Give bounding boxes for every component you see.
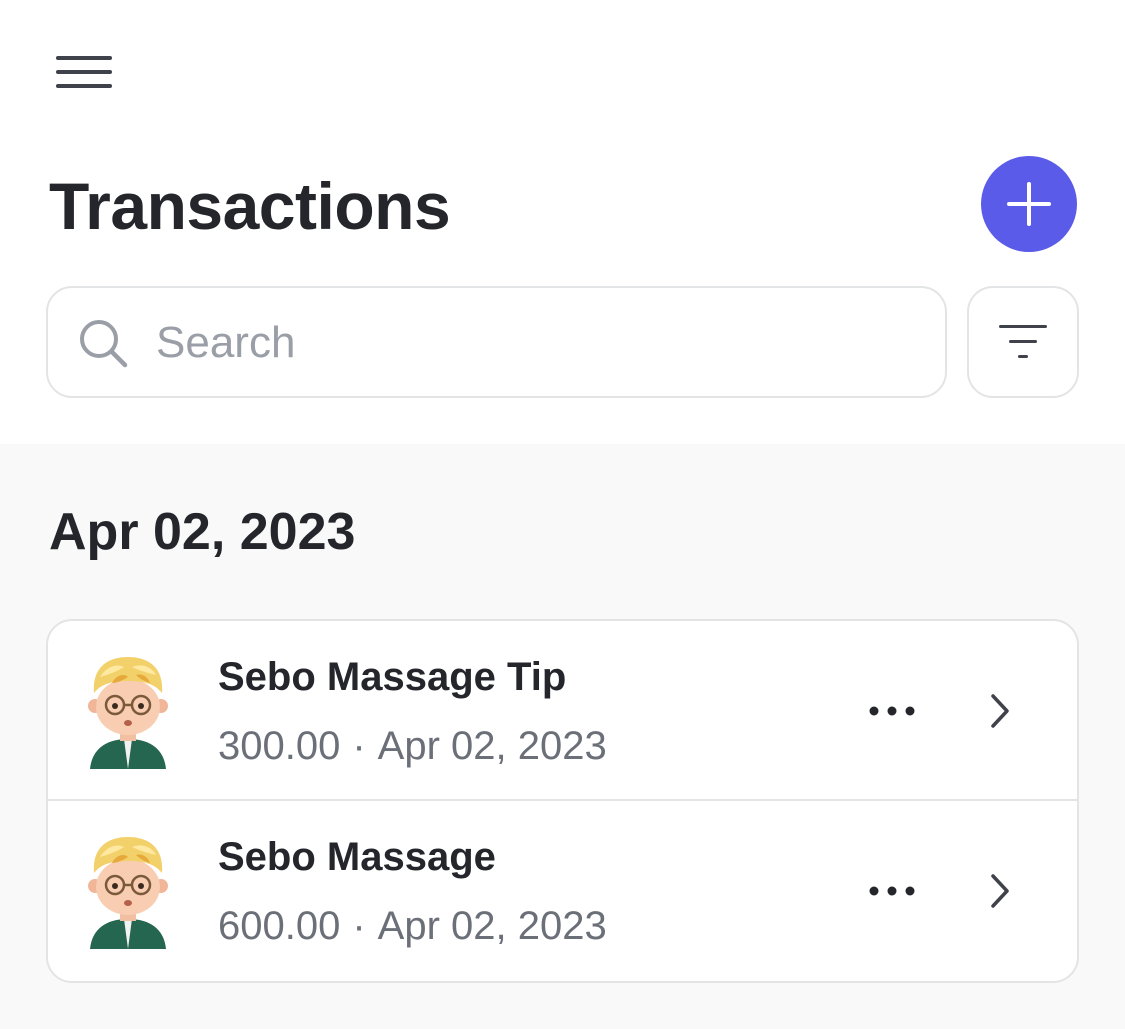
filter-button[interactable] <box>967 286 1079 398</box>
header-area: Transactions <box>0 0 1125 444</box>
memoji-avatar-icon <box>88 657 168 769</box>
transaction-title: Sebo Massage Tip <box>218 655 567 699</box>
more-horizontal-icon <box>869 706 915 716</box>
separator-dot: · <box>352 724 366 768</box>
transaction-date: Apr 02, 2023 <box>377 724 607 768</box>
transaction-date: Apr 02, 2023 <box>377 904 607 948</box>
transaction-title: Sebo Massage <box>218 835 496 879</box>
hamburger-menu-icon <box>56 56 112 88</box>
transactions-list: Sebo Massage Tip 300.00 · Apr 02, 2023 S… <box>46 619 1079 983</box>
chevron-right-icon <box>991 874 1009 908</box>
search-box[interactable] <box>46 286 947 398</box>
section-date-heading: Apr 02, 2023 <box>49 503 356 561</box>
transaction-subtitle: 600.00 · Apr 02, 2023 <box>218 901 607 951</box>
transaction-subtitle: 300.00 · Apr 02, 2023 <box>218 721 607 771</box>
more-options-button[interactable] <box>856 863 928 919</box>
transaction-amount: 600.00 <box>218 904 341 948</box>
transaction-row[interactable]: Sebo Massage Tip 300.00 · Apr 02, 2023 <box>48 621 1077 801</box>
page-title: Transactions <box>49 169 451 243</box>
filter-icon <box>999 325 1047 358</box>
transaction-row[interactable]: Sebo Massage 600.00 · Apr 02, 2023 <box>48 801 1077 981</box>
plus-icon <box>1007 182 1051 226</box>
more-options-button[interactable] <box>856 683 928 739</box>
more-horizontal-icon <box>869 886 915 896</box>
search-icon <box>80 320 128 368</box>
menu-button[interactable] <box>46 44 122 100</box>
open-transaction-button[interactable] <box>978 863 1022 919</box>
transaction-amount: 300.00 <box>218 724 341 768</box>
add-transaction-button[interactable] <box>981 156 1077 252</box>
separator-dot: · <box>352 904 366 948</box>
memoji-avatar-icon <box>88 837 168 949</box>
search-input[interactable] <box>156 308 916 378</box>
open-transaction-button[interactable] <box>978 683 1022 739</box>
chevron-right-icon <box>991 694 1009 728</box>
